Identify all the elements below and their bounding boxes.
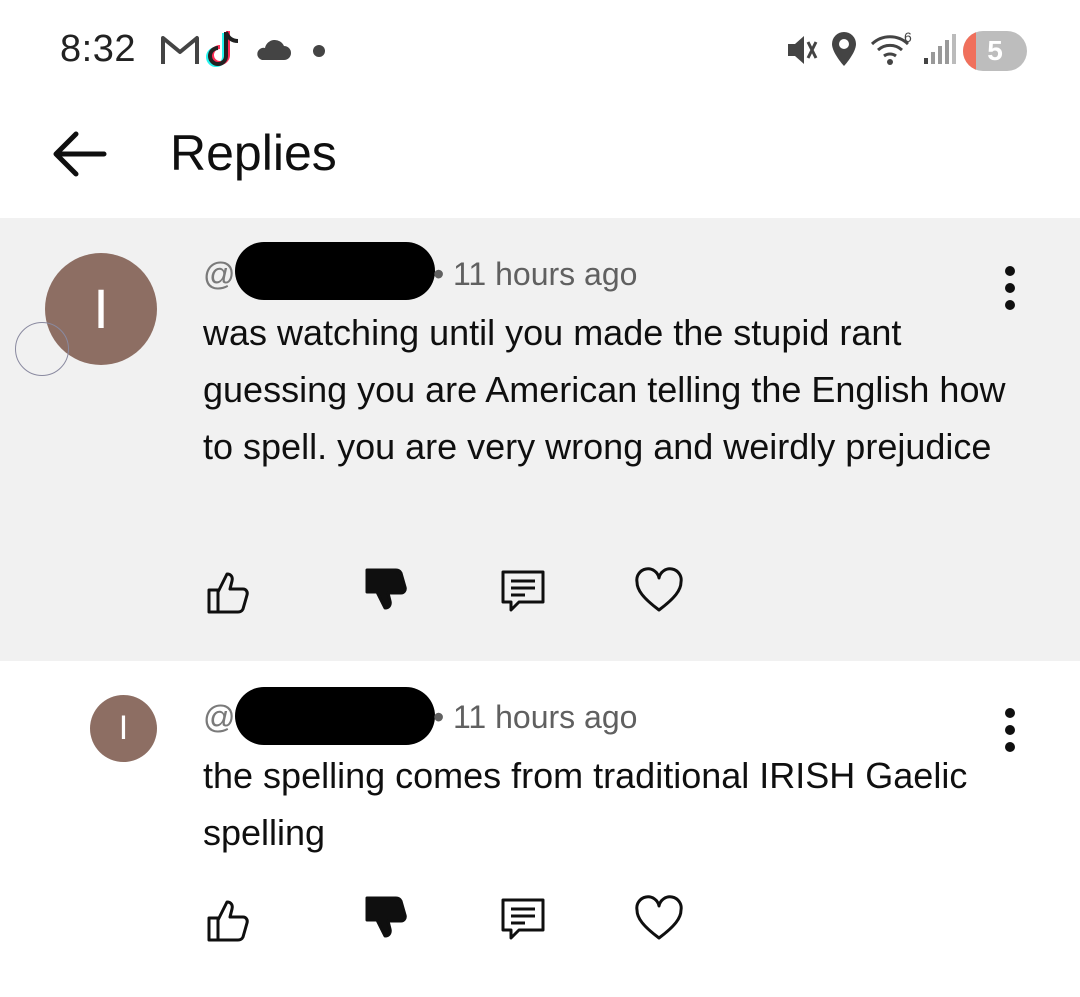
comment-meta: @ • 11 hours ago — [203, 242, 703, 306]
status-time: 8:32 — [60, 28, 136, 70]
heart-icon[interactable] — [633, 566, 685, 618]
redacted-username — [235, 687, 435, 745]
handle-prefix: @ — [203, 256, 236, 292]
redacted-username — [235, 242, 435, 300]
comment-text: the spelling comes from traditional IRIS… — [203, 755, 968, 853]
header: Replies — [0, 100, 1080, 218]
comment-thread-main: I @ • 11 hours ago was watching until yo… — [0, 218, 1080, 661]
cloud-icon — [257, 39, 291, 60]
comment-reply: I @ • 11 hours ago the spelling comes fr… — [0, 661, 1080, 997]
status-bar: 8:32 6 5 — [0, 0, 1080, 100]
gmail-icon — [161, 36, 199, 64]
comment-timestamp: 11 hours ago — [453, 699, 638, 735]
vibrate-icon — [788, 36, 818, 64]
like-icon[interactable] — [203, 894, 255, 946]
location-icon — [832, 32, 856, 66]
reply-icon[interactable] — [497, 894, 549, 946]
comment-timestamp: 11 hours ago — [453, 256, 638, 292]
comment-meta: @ • 11 hours ago — [203, 687, 703, 749]
comment-text: was watching until you made the stupid r… — [203, 312, 1006, 467]
touch-indicator — [15, 322, 69, 376]
avatar[interactable]: I — [90, 695, 157, 762]
dislike-icon[interactable] — [361, 566, 413, 618]
battery-icon: 5 — [963, 31, 1027, 71]
tiktok-icon — [206, 31, 239, 67]
back-arrow-icon[interactable] — [46, 122, 110, 186]
dislike-icon[interactable] — [361, 894, 413, 946]
meta-separator: • — [433, 256, 445, 292]
signal-icon — [924, 34, 956, 64]
dot-icon — [313, 45, 325, 57]
handle-prefix: @ — [203, 699, 236, 735]
like-icon[interactable] — [203, 566, 255, 618]
comment-actions — [0, 566, 1080, 626]
svg-text:6: 6 — [904, 30, 912, 45]
meta-separator: • — [433, 699, 445, 735]
page-title: Replies — [170, 125, 337, 181]
wifi-icon: 6 — [870, 30, 912, 65]
battery-level: 5 — [987, 35, 1003, 66]
heart-icon[interactable] — [633, 894, 685, 946]
comment-actions — [0, 894, 1080, 954]
reply-icon[interactable] — [497, 566, 549, 618]
